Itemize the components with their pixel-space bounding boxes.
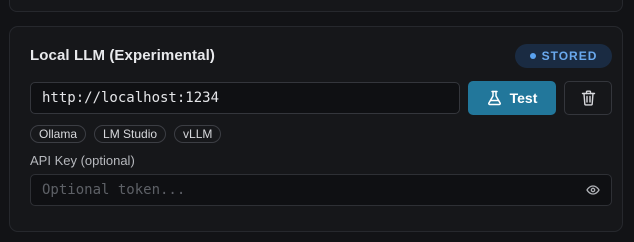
local-llm-card: Local LLM (Experimental) STORED Test Oll… [9,26,623,232]
api-key-input[interactable] [30,174,612,206]
previous-card-edge [9,0,623,12]
status-badge: STORED [515,44,612,68]
trash-icon [581,90,595,106]
preset-chips: Ollama LM Studio vLLM [30,125,222,143]
preset-chip-vllm[interactable]: vLLM [174,125,222,143]
endpoint-url-input[interactable] [30,82,460,114]
flask-icon [487,90,501,106]
api-key-label: API Key (optional) [30,153,135,168]
test-button-label: Test [509,90,538,106]
card-title: Local LLM (Experimental) [30,47,215,64]
delete-button[interactable] [564,81,612,115]
status-badge-label: STORED [541,49,598,63]
preset-chip-ollama[interactable]: Ollama [30,125,87,143]
status-dot-icon [529,53,536,59]
preset-chip-lm-studio[interactable]: LM Studio [94,125,167,143]
test-button[interactable]: Test [468,81,556,115]
eye-icon[interactable] [586,184,600,196]
